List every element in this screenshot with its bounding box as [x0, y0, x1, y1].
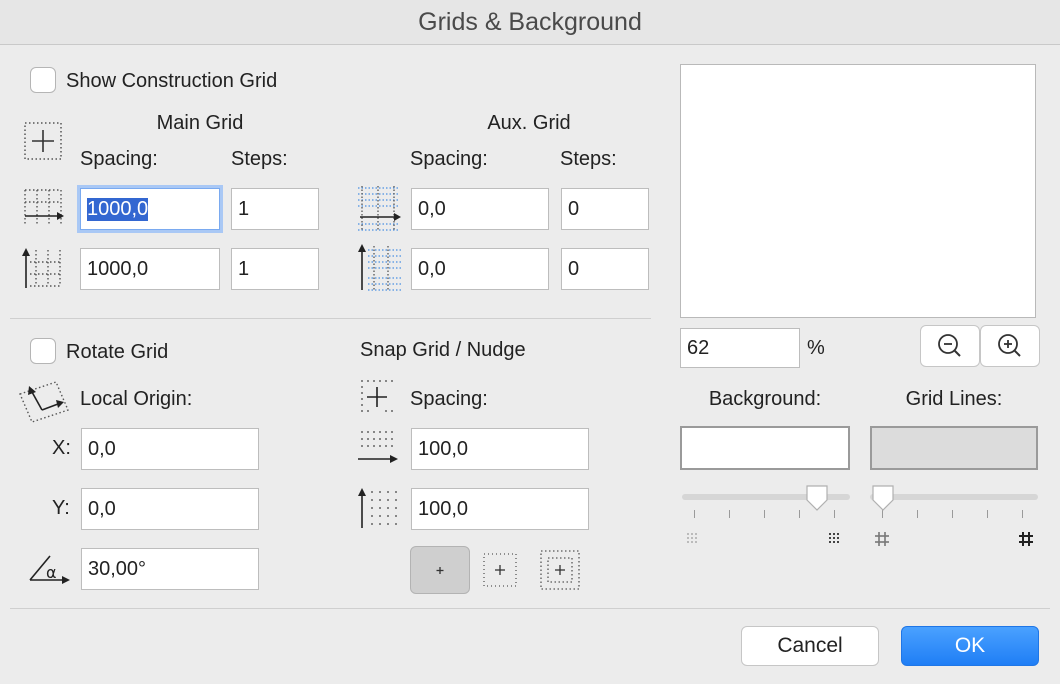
zoom-percent-input[interactable]	[680, 328, 800, 368]
background-intensity-slider[interactable]	[682, 484, 850, 548]
snap-grid-icon	[358, 377, 398, 417]
main-steps-label: Steps:	[231, 148, 288, 170]
grid-origin-icon	[22, 120, 64, 162]
slider-tick	[834, 510, 835, 518]
ok-button[interactable]: OK	[901, 626, 1039, 666]
origin-y-label: Y:	[52, 497, 70, 519]
main-grid-y-steps-input[interactable]	[231, 248, 319, 290]
slider-tick	[799, 510, 800, 518]
footer-divider	[10, 608, 1050, 609]
snap-y-spacing-input[interactable]	[411, 488, 589, 530]
grids-background-dialog: Grids & Background Show Construction Gri…	[0, 0, 1060, 684]
aux-grid-y-steps-input[interactable]	[561, 248, 649, 290]
slider-tick	[952, 510, 953, 518]
light-grid-icon	[686, 532, 700, 546]
snap-mode-center-button[interactable]	[410, 546, 470, 594]
zoom-in-icon	[981, 334, 1039, 371]
aux-grid-vertical-spacing-icon	[354, 242, 404, 292]
background-color-swatch[interactable]	[680, 426, 850, 470]
rotate-grid-checkbox[interactable]	[30, 338, 56, 364]
origin-x-label: X:	[52, 437, 71, 459]
slider-tick	[694, 510, 695, 518]
snap-mode-boxed-icon[interactable]	[538, 548, 582, 592]
snap-mode-dotted-icon[interactable]	[480, 550, 520, 590]
aux-grid-heading: Aux. Grid	[487, 112, 571, 134]
local-origin-label: Local Origin:	[80, 388, 193, 410]
grid-horizontal-spacing-icon	[22, 186, 66, 230]
grid-lines-label: Grid Lines:	[905, 388, 1003, 410]
grid-vertical-spacing-icon	[20, 246, 64, 290]
rotate-grid-label: Rotate Grid	[66, 341, 169, 363]
main-grid-x-steps-input[interactable]	[231, 188, 319, 230]
grid-lines-color-swatch[interactable]	[870, 426, 1038, 470]
slider-tick	[764, 510, 765, 518]
snap-horizontal-spacing-icon	[356, 428, 400, 468]
slider-tick	[729, 510, 730, 518]
dialog-title: Grids & Background	[418, 8, 642, 36]
main-grid-y-spacing-input[interactable]	[80, 248, 220, 290]
slider-tick	[917, 510, 918, 518]
aux-grid-x-spacing-input[interactable]	[411, 188, 549, 230]
snap-spacing-label: Spacing:	[410, 388, 488, 410]
slider-thumb[interactable]	[804, 484, 830, 511]
grid-lines-intensity-slider[interactable]	[870, 484, 1038, 548]
main-grid-heading: Main Grid	[156, 112, 244, 134]
bold-hash-grid-icon	[1018, 531, 1034, 547]
svg-text:α: α	[46, 563, 57, 582]
slider-tick	[987, 510, 988, 518]
slider-thumb[interactable]	[870, 484, 896, 511]
origin-x-input[interactable]	[81, 428, 259, 470]
dark-grid-icon	[828, 532, 842, 546]
section-divider	[10, 318, 651, 319]
local-origin-icon	[16, 380, 72, 424]
snap-vertical-spacing-icon	[354, 486, 398, 530]
slider-tick	[1022, 510, 1023, 518]
main-spacing-label: Spacing:	[80, 148, 158, 170]
rotation-angle-input[interactable]	[81, 548, 259, 590]
angle-icon: α	[28, 552, 74, 586]
zoom-percent-unit: %	[807, 337, 825, 359]
cancel-button[interactable]: Cancel	[741, 626, 879, 666]
aux-steps-label: Steps:	[560, 148, 617, 170]
origin-y-input[interactable]	[81, 488, 259, 530]
aux-spacing-label: Spacing:	[410, 148, 488, 170]
zoom-out-button[interactable]	[920, 325, 980, 367]
zoom-out-icon	[921, 334, 979, 371]
background-label: Background:	[708, 388, 822, 410]
aux-grid-y-spacing-input[interactable]	[411, 248, 549, 290]
zoom-in-button[interactable]	[980, 325, 1040, 367]
show-construction-grid-label: Show Construction Grid	[66, 70, 278, 92]
grid-preview	[680, 64, 1036, 318]
snap-x-spacing-input[interactable]	[411, 428, 589, 470]
show-construction-grid-checkbox[interactable]	[30, 67, 56, 93]
main-grid-x-spacing-input[interactable]	[80, 188, 220, 230]
snap-grid-heading: Snap Grid / Nudge	[360, 339, 526, 361]
aux-grid-x-steps-input[interactable]	[561, 188, 649, 230]
thin-hash-grid-icon	[874, 531, 890, 547]
aux-grid-horizontal-spacing-icon	[356, 184, 404, 232]
